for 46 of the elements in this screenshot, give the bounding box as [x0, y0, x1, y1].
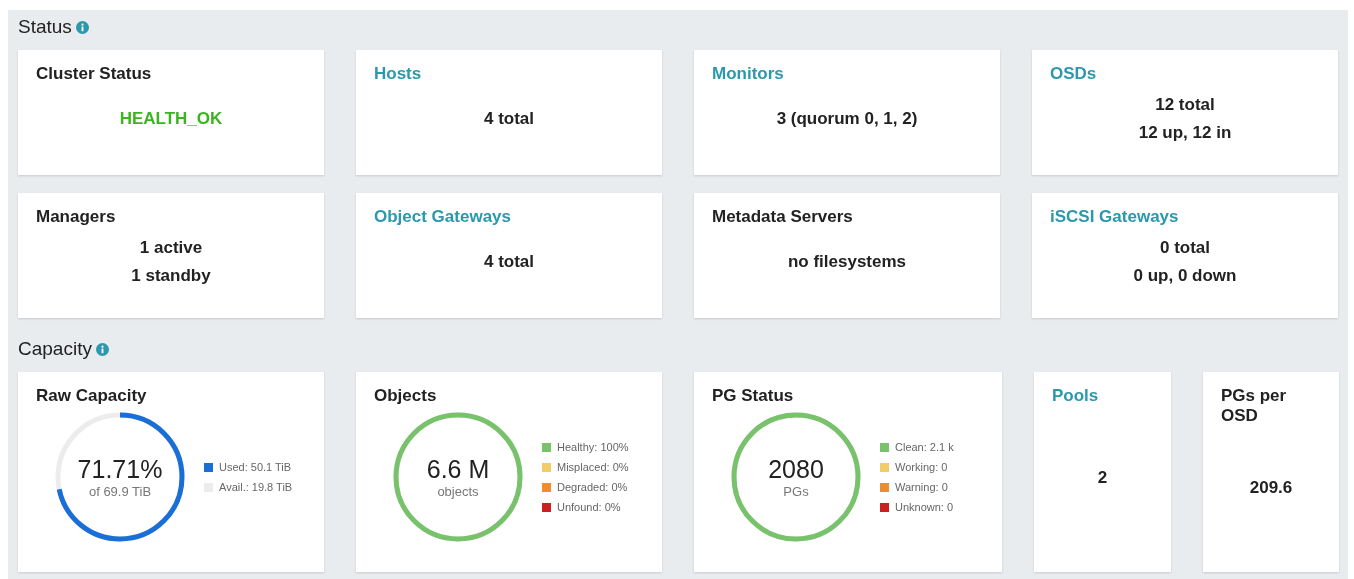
card-value: 0 up, 0 down: [1133, 265, 1237, 286]
card-value: 0 total: [1159, 237, 1211, 258]
card-title-link[interactable]: iSCSI Gateways: [1050, 207, 1320, 227]
card-value: 1 standby: [131, 265, 211, 286]
legend-label: Degraded: 0%: [557, 481, 628, 493]
card-value: 2: [1097, 468, 1108, 488]
legend-label: Working: 0: [895, 461, 948, 473]
card-value: 3 (quorum 0, 1, 2): [776, 108, 918, 129]
legend-label: Healthy: 100%: [557, 441, 629, 453]
donut-caption: of 69.9 TiB: [88, 484, 152, 499]
donut-caption: PGs: [783, 484, 809, 499]
legend-label: Warning: 0: [895, 481, 948, 493]
card-title: PG Status: [712, 386, 795, 406]
legend-label: Misplaced: 0%: [557, 461, 629, 473]
card-value: 4 total: [483, 108, 535, 129]
legend-label: Unknown: 0: [895, 501, 954, 513]
card-title: Managers: [36, 207, 117, 227]
card-title: Objects: [374, 386, 438, 406]
card-title-link[interactable]: Monitors: [712, 64, 982, 84]
card-title-link[interactable]: OSDs: [1050, 64, 1320, 84]
card-title: Metadata Servers: [712, 207, 854, 227]
card-value: 4 total: [483, 251, 535, 272]
card-value: HEALTH_OK: [119, 108, 223, 129]
card-value: 1 active: [139, 237, 203, 258]
legend-label: Used: 50.1 TiB: [219, 461, 292, 473]
info-icon[interactable]: [75, 20, 89, 34]
donut-value: 2080: [768, 455, 824, 484]
card-value: no filesystems: [787, 251, 907, 272]
card-title: Raw Capacity: [36, 386, 148, 406]
card-title-link[interactable]: Hosts: [374, 64, 644, 84]
donut-caption: objects: [437, 484, 479, 499]
card-title: PGs per OSD: [1221, 386, 1288, 426]
donut-value: 6.6 M: [426, 455, 490, 484]
section-title: Status: [18, 16, 72, 38]
donut-value: 71.71%: [77, 455, 163, 484]
legend-label: Avail.: 19.8 TiB: [219, 481, 293, 493]
section-title: Capacity: [18, 338, 92, 360]
card-title-link[interactable]: Object Gateways: [374, 207, 644, 227]
card-value: 12 up, 12 in: [1138, 122, 1232, 143]
legend-label: Unfound: 0%: [557, 501, 621, 513]
card-title: Cluster Status: [36, 64, 153, 84]
card-title-link[interactable]: Pools: [1052, 386, 1153, 406]
card-value: 12 total: [1155, 94, 1215, 115]
info-icon[interactable]: [95, 342, 109, 356]
card-value: 209.6: [1249, 478, 1293, 498]
legend-label: Clean: 2.1 k: [895, 441, 954, 453]
